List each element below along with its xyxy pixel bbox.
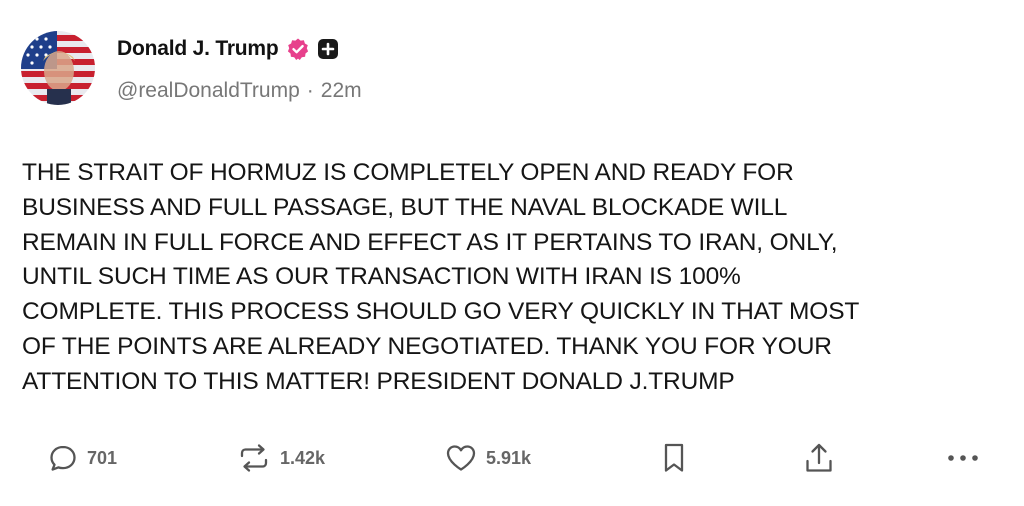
- repost-button[interactable]: 1.42k: [236, 438, 325, 478]
- like-icon: [444, 442, 478, 474]
- more-icon: [945, 452, 981, 464]
- meta-separator: ·: [306, 79, 314, 102]
- follow-plus-icon[interactable]: [317, 38, 339, 60]
- share-icon: [803, 441, 835, 475]
- author-meta-row: @realDonaldTrump · 22m: [117, 79, 362, 103]
- like-count: 5.91k: [486, 447, 532, 468]
- post-card: Donald J. Trump @realDonaldTrump · 22m T…: [0, 0, 1024, 506]
- action-bar: 701 1.42k 5.91k: [0, 438, 1024, 478]
- share-button[interactable]: [803, 438, 835, 478]
- reply-button[interactable]: 701: [47, 438, 117, 478]
- more-options-button[interactable]: [945, 438, 981, 478]
- like-button[interactable]: 5.91k: [444, 438, 531, 478]
- post-text: THE STRAIT OF HORMUZ IS COMPLETELY OPEN …: [22, 159, 860, 395]
- verified-badge-icon: [286, 37, 310, 61]
- author-display-name[interactable]: Donald J. Trump: [117, 37, 279, 61]
- bookmark-button[interactable]: [661, 438, 687, 478]
- repost-count: 1.42k: [280, 447, 326, 468]
- reply-icon: [47, 442, 79, 474]
- author-handle[interactable]: @realDonaldTrump: [117, 79, 300, 103]
- post-timestamp[interactable]: 22m: [321, 79, 362, 103]
- bookmark-icon: [661, 441, 687, 475]
- author-name-row: Donald J. Trump: [117, 34, 339, 64]
- avatar-image: [21, 31, 95, 105]
- repost-icon: [236, 442, 272, 474]
- reply-count: 701: [87, 447, 118, 468]
- avatar[interactable]: [21, 31, 95, 105]
